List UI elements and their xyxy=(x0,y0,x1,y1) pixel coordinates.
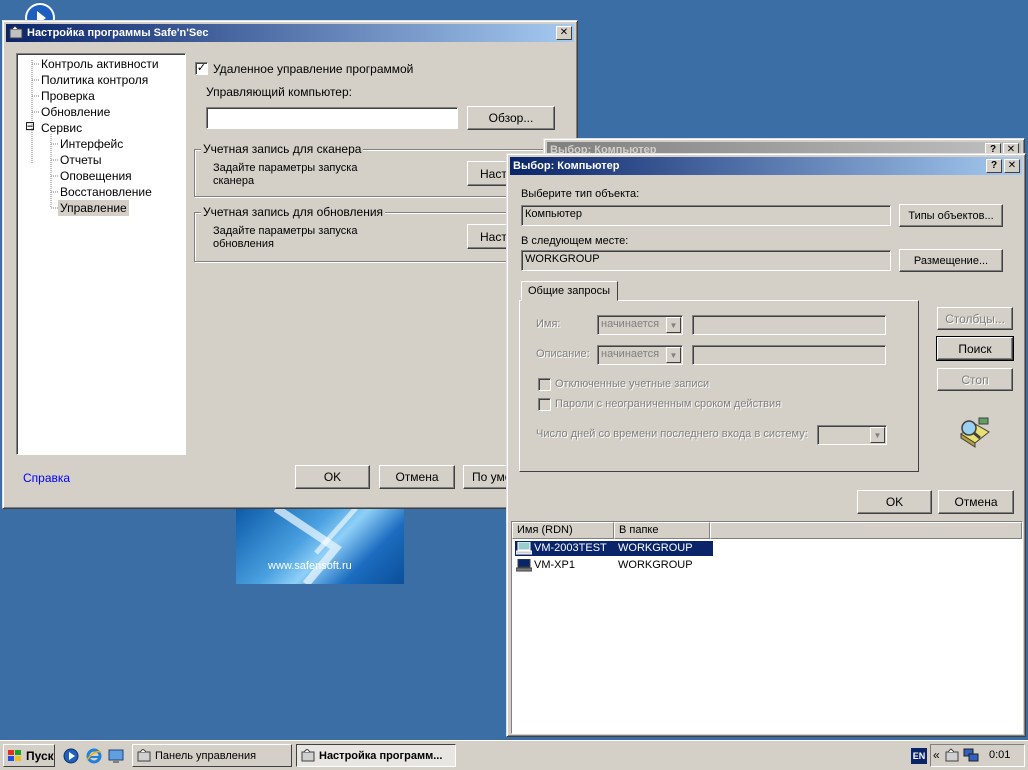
description-input xyxy=(692,345,886,365)
result-folder: WORKGROUP xyxy=(618,542,693,554)
settings-tree[interactable]: Контроль активности Политика контроля Пр… xyxy=(16,53,186,455)
object-type-label: Выберите тип объекта: xyxy=(521,188,640,200)
tab-common-queries-label: Общие запросы xyxy=(528,285,610,297)
app-icon xyxy=(9,25,23,40)
taskbar: Пуск Панель управления Настройка програм… xyxy=(0,740,1028,770)
days-combo: ▼ xyxy=(817,425,887,445)
column-header-filler xyxy=(710,522,1022,539)
tree-item-management[interactable]: Управление xyxy=(58,200,129,216)
tab-common-queries[interactable]: Общие запросы xyxy=(521,281,618,301)
tree-item-update[interactable]: Обновление xyxy=(41,105,110,119)
taskbar-item-settings[interactable]: Настройка программ... xyxy=(296,744,456,767)
tray-app-icon[interactable] xyxy=(945,748,961,766)
update-text: Задайте параметры запуска обновления xyxy=(213,225,358,250)
select-dialog-title: Выбор: Компьютер xyxy=(513,160,620,172)
start-label: Пуск xyxy=(26,748,54,763)
tray-chevron-icon[interactable]: « xyxy=(933,748,940,762)
select-cancel-button[interactable]: Отмена xyxy=(938,490,1014,514)
columns-button: Столбцы... xyxy=(937,307,1013,330)
name-label: Имя: xyxy=(536,318,561,330)
object-types-button[interactable]: Типы объектов... xyxy=(899,204,1003,227)
chevron-down-icon: ▼ xyxy=(666,347,681,363)
system-tray: « 0:01 xyxy=(930,744,1025,767)
nonexpiring-passwords-checkbox xyxy=(538,398,551,411)
help-button[interactable]: ? xyxy=(986,159,1002,173)
scanner-group-label: Учетная запись для сканера xyxy=(201,142,364,156)
name-mode-combo: начинается ▼ xyxy=(597,315,683,335)
tree-item-service[interactable]: Сервис xyxy=(41,121,82,135)
quicklaunch-desktop-icon[interactable] xyxy=(108,748,124,764)
select-ok-button[interactable]: OK xyxy=(857,490,932,514)
computer-icon xyxy=(515,541,533,558)
location-button[interactable]: Размещение... xyxy=(899,249,1003,272)
tree-expander-icon[interactable]: ⊟ xyxy=(25,120,35,132)
task-label: Панель управления xyxy=(155,749,257,762)
tree-item-interface[interactable]: Интерфейс xyxy=(60,137,123,151)
tree-item-activity-control[interactable]: Контроль активности xyxy=(41,57,159,71)
close-button[interactable]: ✕ xyxy=(556,26,572,40)
name-input xyxy=(692,315,886,335)
tab-panel: Имя: начинается ▼ Описание: начинается ▼… xyxy=(519,300,919,472)
results-list[interactable]: Имя (RDN) В папке VM-2003TEST WORKGROUP … xyxy=(511,521,1023,734)
days-since-logon-label: Число дней со времени последнего входа в… xyxy=(536,428,808,440)
column-header-folder[interactable]: В папке xyxy=(614,522,710,539)
quicklaunch-ie-icon[interactable] xyxy=(86,748,102,764)
select-dialog-titlebar[interactable]: Выбор: Компьютер ? ✕ xyxy=(510,157,1022,175)
remote-control-checkbox[interactable]: ✓ xyxy=(195,62,208,75)
language-indicator[interactable]: EN xyxy=(911,748,927,764)
object-type-field: Компьютер xyxy=(521,205,891,226)
managing-computer-label: Управляющий компьютер: xyxy=(206,85,352,99)
tree-item-reports[interactable]: Отчеты xyxy=(60,153,101,167)
description-mode-value: начинается xyxy=(601,348,660,360)
settings-ok-button[interactable]: OK xyxy=(295,465,370,489)
computer-icon xyxy=(515,558,533,575)
quicklaunch-media-icon[interactable] xyxy=(63,748,79,764)
tree-item-control-policy[interactable]: Политика контроля xyxy=(41,73,148,87)
list-item[interactable]: VM-2003TEST WORKGROUP xyxy=(515,541,713,556)
settings-cancel-button[interactable]: Отмена xyxy=(379,465,455,489)
description-mode-combo: начинается ▼ xyxy=(597,345,683,365)
settings-app-icon xyxy=(301,747,315,763)
location-label: В следующем месте: xyxy=(521,235,629,247)
column-header-name[interactable]: Имя (RDN) xyxy=(512,522,614,539)
clock[interactable]: 0:01 xyxy=(989,749,1010,761)
location-field: WORKGROUP xyxy=(521,250,891,271)
nonexpiring-passwords-label: Пароли с неограниченным сроком действия xyxy=(555,398,782,410)
search-computer-icon xyxy=(957,416,993,448)
stop-button: Стоп xyxy=(937,368,1013,391)
list-item[interactable]: VM-XP1 WORKGROUP xyxy=(515,558,713,573)
banner-url: www.safensoft.ru xyxy=(268,560,352,572)
managing-computer-input[interactable] xyxy=(206,107,458,129)
settings-window-title: Настройка программы Safe'n'Sec xyxy=(27,27,209,39)
help-link[interactable]: Справка xyxy=(23,471,70,485)
close-button[interactable]: ✕ xyxy=(1004,159,1020,173)
result-folder: WORKGROUP xyxy=(618,559,693,571)
result-name: VM-2003TEST xyxy=(534,542,607,554)
description-label: Описание: xyxy=(536,348,590,360)
safensoft-banner: www.safensoft.ru xyxy=(236,508,404,584)
settings-window: Настройка программы Safe'n'Sec ✕ Контрол… xyxy=(2,20,578,509)
control-panel-icon xyxy=(137,747,151,763)
taskbar-item-control-panel[interactable]: Панель управления xyxy=(132,744,292,767)
tree-item-notifications[interactable]: Оповещения xyxy=(60,169,132,183)
windows-logo-icon xyxy=(8,749,22,763)
select-computer-dialog: Выбор: Компьютер ? ✕ Выберите тип объект… xyxy=(506,153,1026,737)
chevron-down-icon: ▼ xyxy=(666,317,681,333)
result-name: VM-XP1 xyxy=(534,559,575,571)
chevron-down-icon: ▼ xyxy=(870,427,885,443)
start-button[interactable]: Пуск xyxy=(3,744,55,767)
disabled-accounts-checkbox xyxy=(538,378,551,391)
tray-network-icon[interactable] xyxy=(963,748,979,766)
tree-item-scan[interactable]: Проверка xyxy=(41,89,95,103)
disabled-accounts-label: Отключенные учетные записи xyxy=(555,378,710,390)
settings-titlebar[interactable]: Настройка программы Safe'n'Sec ✕ xyxy=(6,24,574,42)
remote-control-label[interactable]: Удаленное управление программой xyxy=(213,62,413,76)
name-mode-value: начинается xyxy=(601,318,660,330)
scanner-text: Задайте параметры запуска сканера xyxy=(213,162,358,187)
browse-button[interactable]: Обзор... xyxy=(467,106,555,130)
search-button[interactable]: Поиск xyxy=(936,336,1014,361)
update-group-label: Учетная запись для обновления xyxy=(201,205,386,219)
tree-item-restore[interactable]: Восстановление xyxy=(60,185,152,199)
task-label: Настройка программ... xyxy=(319,749,443,762)
